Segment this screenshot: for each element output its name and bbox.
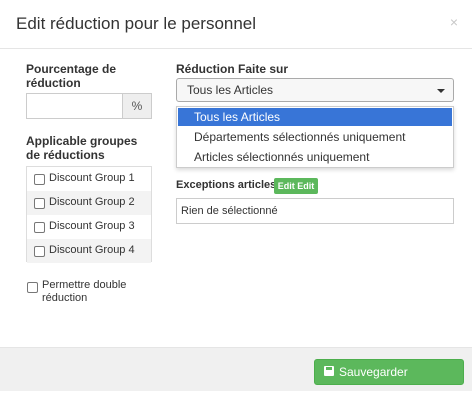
list-item[interactable]: Discount Group 4 xyxy=(27,239,151,263)
close-icon[interactable]: × xyxy=(450,14,458,30)
group-label: Discount Group 3 xyxy=(49,220,135,232)
dropdown-option-all-articles[interactable]: Tous les Articles xyxy=(178,108,452,126)
percentage-label: Pourcentage de réduction xyxy=(26,62,117,90)
dropdown-option-selected-articles[interactable]: Articles sélectionnés uniquement xyxy=(178,148,452,166)
exceptions-field[interactable]: Rien de sélectionné xyxy=(176,198,454,224)
modal-title: Edit réduction pour le personnel xyxy=(16,14,257,33)
exceptions-label: Exceptions articles xyxy=(176,179,277,191)
checkbox[interactable] xyxy=(34,198,45,209)
reduction-on-selected-value: Tous les Articles xyxy=(187,83,274,97)
checkbox[interactable] xyxy=(34,174,45,185)
modal-dialog: Edit réduction pour le personnel × Pourc… xyxy=(0,0,472,403)
double-reduction-label: Permettre double réduction xyxy=(42,279,127,304)
list-item[interactable]: Discount Group 2 xyxy=(27,191,151,215)
modal-header: Edit réduction pour le personnel × xyxy=(0,0,472,49)
checkbox[interactable] xyxy=(34,246,45,257)
group-label: Discount Group 1 xyxy=(49,172,135,184)
double-reduction-checkbox[interactable] xyxy=(27,282,38,293)
percentage-input[interactable] xyxy=(26,93,123,119)
chevron-down-icon xyxy=(437,89,445,93)
checkbox[interactable] xyxy=(34,222,45,233)
save-reductions-button[interactable]: Sauvegarder réductions xyxy=(314,359,464,403)
groups-label: Applicable groupes de réductions xyxy=(26,134,138,162)
dropdown-option-selected-departments[interactable]: Départements sélectionnés uniquement xyxy=(178,128,452,146)
edit-exceptions-button[interactable]: Edit Edit xyxy=(274,178,318,194)
list-item[interactable]: Discount Group 1 xyxy=(27,167,151,191)
floppy-disk-icon xyxy=(324,366,334,376)
save-button-label: Sauvegarder réductions xyxy=(339,365,408,403)
list-item[interactable]: Discount Group 3 xyxy=(27,215,151,239)
reduction-on-label: Réduction Faite sur xyxy=(176,62,289,76)
groups-list: Discount Group 1 Discount Group 2 Discou… xyxy=(26,166,152,263)
percent-addon: % xyxy=(122,93,152,119)
reduction-on-select[interactable]: Tous les Articles xyxy=(176,78,454,102)
reduction-on-dropdown: Tous les Articles Départements sélection… xyxy=(176,106,454,168)
group-label: Discount Group 4 xyxy=(49,244,135,256)
group-label: Discount Group 2 xyxy=(49,196,135,208)
